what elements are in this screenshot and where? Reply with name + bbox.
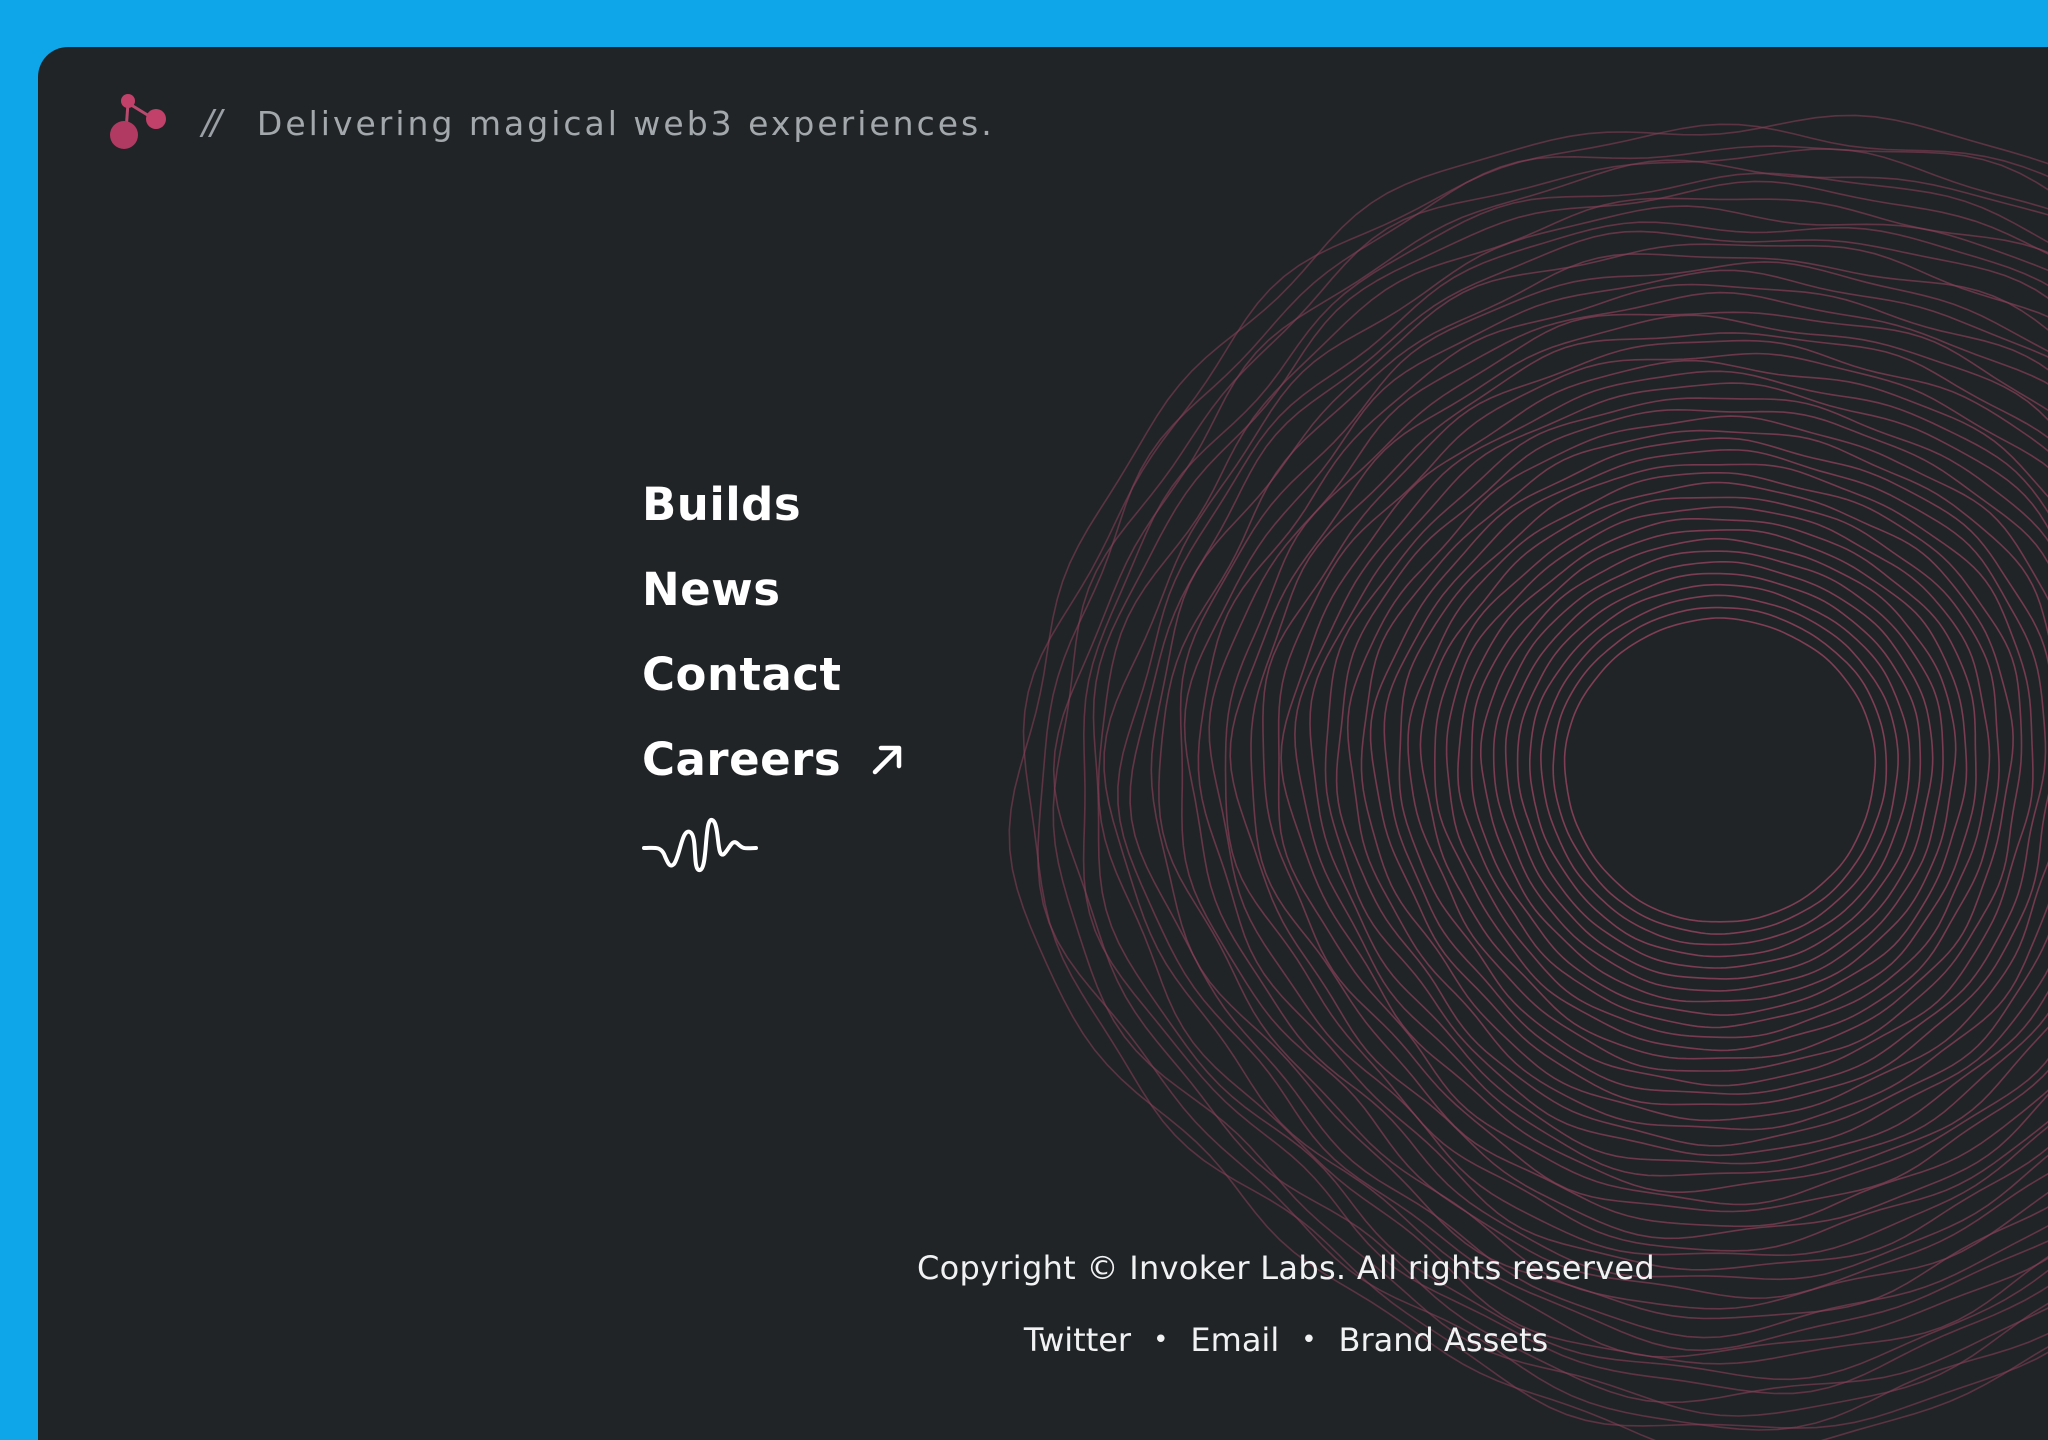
concentric-rings-graphic (1008, 114, 2048, 1440)
ring-line (1540, 594, 1899, 946)
ring-line (1419, 481, 2014, 1060)
ring-line (1504, 561, 1934, 980)
footer-separator: • (1153, 1325, 1169, 1355)
ring-line (1516, 572, 1922, 969)
ring-line (1280, 359, 2048, 1194)
nav-item-builds[interactable]: Builds (642, 462, 905, 547)
page-panel: // Delivering magical web3 experiences. … (38, 47, 2048, 1440)
ring-line (1552, 606, 1888, 935)
ring-line (1052, 159, 2048, 1404)
molecule-logo-icon[interactable] (110, 91, 170, 155)
ring-line (1563, 617, 1877, 923)
brand-assets-link[interactable]: Brand Assets (1339, 1321, 1549, 1359)
ring-line (1224, 311, 2048, 1252)
footer-links: Twitter • Email • Brand Assets (858, 1321, 1714, 1359)
ring-line (1470, 529, 1968, 1016)
ring-line (1208, 291, 2048, 1257)
footer-separator: • (1301, 1325, 1317, 1355)
ring-line (1092, 180, 2048, 1381)
waveform-icon[interactable] (642, 814, 758, 878)
ring-line (1022, 123, 2048, 1429)
header: // Delivering magical web3 experiences. (110, 83, 995, 163)
nav-item-contact[interactable]: Contact (642, 632, 905, 717)
nav-item-label: Contact (642, 648, 842, 701)
ring-line (1150, 243, 2048, 1320)
ring-line (1324, 397, 2048, 1157)
header-separator: // (202, 103, 222, 143)
nav-item-news[interactable]: News (642, 547, 905, 632)
ring-line (1262, 339, 2048, 1213)
nav-item-label: News (642, 563, 781, 616)
twitter-link[interactable]: Twitter (1024, 1321, 1131, 1359)
ring-line (1360, 429, 2048, 1122)
tagline: Delivering magical web3 experiences. (256, 103, 995, 143)
ring-line (1383, 448, 2047, 1095)
nav-item-label: Builds (642, 478, 802, 531)
footer: Copyright © Invoker Labs. All rights res… (858, 1249, 1714, 1359)
copyright-text: Copyright © Invoker Labs. All rights res… (916, 1249, 1656, 1287)
arrow-up-right-icon (872, 745, 902, 774)
ring-line (1529, 583, 1911, 958)
nav-item-careers[interactable]: Careers (642, 717, 905, 802)
nav-item-label: Careers (642, 733, 842, 786)
ring-line (1008, 114, 2048, 1440)
main-nav: Builds News Contact Careers (642, 462, 905, 878)
email-link[interactable]: Email (1190, 1321, 1279, 1359)
ring-line (1445, 506, 1991, 1039)
